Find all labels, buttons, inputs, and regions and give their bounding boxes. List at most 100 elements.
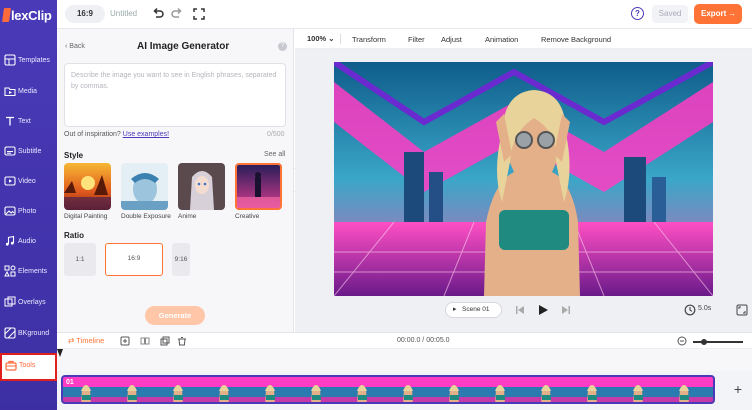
timeline-ruler[interactable] — [57, 349, 752, 371]
sidebar-item-templates[interactable]: Templates — [0, 49, 57, 79]
double-exposure-image — [121, 163, 168, 210]
char-count: 0/500 — [267, 131, 285, 138]
ratio-option-16-9[interactable]: 16:9 — [105, 243, 163, 276]
inspiration-text: Out of inspiration? Use examples! — [64, 131, 169, 138]
split-icon[interactable] — [140, 336, 150, 346]
scene-selector[interactable]: ▸ Scene 01 — [445, 302, 502, 318]
help-icon[interactable]: ? — [631, 7, 644, 20]
scene-label: Scene — [462, 306, 481, 313]
audio-icon — [5, 235, 15, 246]
animation-button[interactable]: Animation — [485, 35, 518, 44]
export-button[interactable]: Export → — [694, 4, 742, 24]
flexclip-logo[interactable]: lexClip — [2, 6, 52, 24]
project-title[interactable]: Untitled — [110, 9, 137, 18]
media-icon — [4, 87, 16, 97]
scene-image — [334, 62, 713, 296]
sidebar-item-audio[interactable]: Audio — [0, 230, 57, 260]
ratio-option-1-1[interactable]: 1:1 — [64, 243, 96, 276]
ai-image-generator-panel: ‹ Back AI Image Generator ? Describe the… — [57, 29, 294, 332]
style-heading: Style — [64, 151, 84, 160]
panel-title: AI Image Generator — [137, 41, 230, 52]
aspect-ratio-button[interactable]: 16:9 — [65, 5, 105, 23]
fullscreen-icon[interactable] — [192, 7, 206, 21]
scene-duration[interactable]: 5.0s — [698, 305, 711, 312]
sidebar-item-tools[interactable]: Tools — [0, 353, 57, 381]
sidebar-item-label: Video — [18, 178, 36, 185]
elements-icon — [4, 265, 16, 277]
duplicate-icon[interactable] — [160, 336, 170, 346]
prompt-textarea[interactable]: Describe the image you want to see in En… — [64, 63, 286, 127]
playback-bar: ▸ Scene 01 5.0s — [295, 300, 752, 322]
subtitle-icon — [4, 146, 16, 156]
undo-icon[interactable] — [151, 7, 165, 21]
saved-status: Saved — [652, 5, 688, 23]
next-icon[interactable] — [560, 304, 572, 316]
sidebar-item-subtitle[interactable]: Subtitle — [0, 140, 57, 170]
add-scene-icon[interactable] — [120, 336, 130, 346]
sidebar-item-label: Tools — [19, 362, 36, 369]
playhead[interactable] — [57, 349, 63, 357]
sidebar-item-label: Audio — [18, 238, 36, 245]
style-thumb-creative[interactable] — [235, 163, 282, 210]
redo-icon[interactable] — [170, 7, 184, 21]
overlays-icon — [4, 296, 16, 307]
sidebar-item-background[interactable]: BKground — [0, 322, 57, 352]
play-icon[interactable] — [537, 304, 549, 316]
divider — [340, 34, 341, 44]
sidebar-item-overlays[interactable]: Overlays — [0, 291, 57, 321]
preview-stage — [295, 49, 752, 332]
sidebar-item-elements[interactable]: Elements — [0, 260, 57, 290]
style-label: Double Exposure — [121, 213, 171, 220]
text-icon — [6, 116, 14, 126]
expand-icon[interactable] — [736, 304, 748, 316]
photo-icon — [4, 206, 16, 216]
zoom-select[interactable]: 100% ⌄ — [307, 34, 335, 43]
timeline-clip[interactable]: 01 — [61, 375, 715, 404]
sidebar-item-label: Elements — [18, 268, 48, 275]
sidebar-item-media[interactable]: Media — [0, 80, 57, 110]
sidebar-item-label: Overlays — [18, 299, 46, 306]
sidebar-item-photo[interactable]: Photo — [0, 200, 57, 230]
timeline-toolbar: ⇄ Timeline 00:00.0 / 00:05.0 — [57, 332, 752, 349]
arrow-right-icon: → — [728, 9, 736, 18]
slider-knob[interactable] — [701, 339, 707, 345]
style-thumb-digital-painting[interactable] — [64, 163, 111, 210]
style-label: Creative — [235, 213, 260, 220]
play-small-icon: ▸ — [453, 306, 457, 313]
remove-background-button[interactable]: Remove Background — [541, 35, 611, 44]
sidebar-item-text[interactable]: Text — [0, 110, 57, 140]
ratio-option-9-16[interactable]: 9:16 — [172, 243, 190, 276]
delete-icon[interactable] — [177, 336, 187, 346]
adjust-button[interactable]: Adjust — [441, 35, 462, 44]
timeline-label: Timeline — [76, 336, 105, 345]
inspiration-label: Out of inspiration? — [64, 131, 121, 138]
see-all-link[interactable]: See all — [264, 151, 285, 158]
previous-icon[interactable] — [514, 304, 526, 316]
filter-button[interactable]: Filter — [408, 35, 425, 44]
back-button[interactable]: ‹ Back — [65, 43, 85, 50]
style-thumb-anime[interactable] — [178, 163, 225, 210]
sidebar-item-label: Text — [18, 118, 31, 125]
sidebar-item-label: Media — [18, 88, 38, 95]
timeline-icon: ⇄ — [68, 336, 77, 345]
style-thumb-double-exposure[interactable] — [121, 163, 168, 210]
timeline-toggle[interactable]: ⇄ Timeline — [68, 336, 104, 345]
timeline-time: 00:00.0 / 00:05.0 — [397, 337, 450, 344]
add-clip-button[interactable]: + — [731, 382, 745, 396]
zoom-out-icon[interactable] — [677, 336, 687, 346]
video-icon — [4, 176, 16, 186]
generate-button[interactable]: Generate — [145, 306, 205, 325]
timeline-zoom-slider[interactable] — [693, 339, 743, 345]
sidebar-item-label: Templates — [18, 57, 50, 64]
background-icon — [4, 327, 16, 339]
clip-filmstrip — [63, 377, 713, 402]
edit-toolbar: 100% ⌄ Transform Filter Adjust Animation… — [295, 29, 752, 49]
preview-canvas[interactable] — [334, 62, 713, 296]
chevron-down-icon: ⌄ — [328, 34, 335, 43]
sidebar-item-label: Photo — [18, 208, 37, 215]
sidebar-item-video[interactable]: Video — [0, 170, 57, 200]
question-icon[interactable]: ? — [278, 42, 287, 51]
transform-button[interactable]: Transform — [352, 35, 386, 44]
use-examples-link[interactable]: Use examples! — [123, 131, 169, 138]
digital-painting-image — [64, 163, 111, 210]
